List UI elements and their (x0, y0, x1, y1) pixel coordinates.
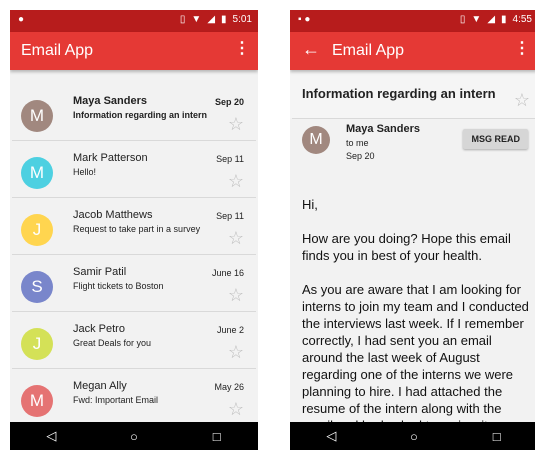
status-time: 4:55 (512, 14, 532, 25)
email-list-item[interactable]: M Maya Sanders Information regarding an in… (12, 84, 256, 141)
star-icon[interactable]: ☆ (228, 285, 244, 306)
battery-icon: ▮ (221, 14, 227, 25)
status-bar: ● ▯ ▼ ◢ ▮ 5:01 (10, 10, 258, 32)
back-icon[interactable]: ◁ (41, 428, 61, 444)
overflow-menu-icon[interactable]: ⋮ (514, 41, 530, 57)
recents-icon[interactable]: □ (487, 429, 507, 444)
navigation-bar: ◁ ○ □ (10, 422, 258, 450)
email-subject: Fwd: Important Email (73, 395, 159, 405)
email-date: Sep 11 (216, 154, 244, 164)
back-arrow-icon[interactable]: ← (302, 39, 320, 60)
avatar: M (302, 126, 330, 154)
app-title: Email App (332, 42, 405, 59)
star-icon[interactable]: ☆ (228, 399, 244, 420)
email-subject: Flight tickets to Boston (73, 281, 164, 291)
email-date: June 2 (216, 325, 244, 335)
status-time: 5:01 (232, 14, 252, 25)
avatar: J (21, 214, 53, 246)
recipient-text: to me (346, 138, 369, 148)
app-title: Email App (21, 42, 94, 59)
signal-icon: ◢ (487, 14, 496, 25)
email-list-item[interactable]: M Mark Patterson Hello! Sep 11 ☆ (12, 141, 256, 198)
email-list-item[interactable]: M Megan Ally Fwd: Important Email May 26 ☆ (12, 369, 256, 426)
app-bar: Email App ⋮ (10, 32, 258, 70)
mail-date: Sep 20 (346, 151, 375, 161)
vibrate-icon: ▯ (179, 14, 186, 25)
msg-read-button[interactable]: MSG READ (463, 129, 528, 149)
avatar: S (21, 271, 53, 303)
avatar: M (21, 157, 53, 189)
android-icon: ● (18, 14, 25, 25)
star-icon[interactable]: ☆ (228, 342, 244, 363)
avatar: M (21, 385, 53, 417)
battery-icon: ▮ (501, 14, 507, 25)
inbox-screen: ● ▯ ▼ ◢ ▮ 5:01 Email App ⋮ M Maya Sanders… (10, 10, 258, 450)
sender-name: Jack Petro (73, 323, 125, 335)
recents-icon[interactable]: □ (207, 429, 227, 444)
avatar: M (21, 100, 53, 132)
email-date: Sep 20 (214, 97, 244, 107)
star-icon[interactable]: ☆ (514, 90, 530, 111)
email-subject: Hello! (73, 167, 97, 177)
home-icon[interactable]: ○ (404, 429, 424, 444)
email-list: M Maya Sanders Information regarding an in… (10, 70, 258, 426)
sender-name: Jacob Matthews (73, 209, 153, 221)
mail-subject-row: Information regarding an intern ☆ (290, 70, 535, 118)
sender-name: Maya Sanders (346, 123, 420, 135)
mail-subject: Information regarding an intern (302, 86, 496, 101)
email-detail-screen: ▪ ● ▯ ▼ ◢ ▮ 4:55 ← Email App ⋮ Informati… (290, 10, 535, 450)
status-bar: ▪ ● ▯ ▼ ◢ ▮ 4:55 (290, 10, 535, 32)
email-list-item[interactable]: J Jacob Matthews Request to take part in a… (12, 198, 256, 255)
sender-row: M Maya Sanders to me Sep 20 MSG READ (292, 118, 535, 176)
mail-body-paragraph: Hi, (302, 197, 318, 212)
wifi-icon: ▼ (191, 14, 202, 25)
sender-name: Megan Ally (73, 380, 127, 392)
sender-name: Samir Patil (73, 266, 127, 278)
avatar: J (21, 328, 53, 360)
sender-name: Maya Sanders (73, 95, 147, 107)
star-icon[interactable]: ☆ (228, 114, 244, 135)
sender-name: Mark Patterson (73, 152, 148, 164)
wifi-icon: ▼ (471, 14, 482, 25)
mail-body-paragraph: How are you doing? Hope this email finds… (302, 231, 511, 263)
signal-icon: ◢ (207, 14, 216, 25)
email-date: May 26 (214, 382, 244, 392)
overflow-menu-icon[interactable]: ⋮ (234, 41, 250, 57)
star-icon[interactable]: ☆ (228, 228, 244, 249)
email-subject: Information regarding an intern (73, 110, 208, 120)
email-date: Sep 11 (216, 211, 244, 221)
email-subject: Great Deals for you (73, 338, 152, 348)
email-list-item[interactable]: S Samir Patil Flight tickets to Boston June… (12, 255, 256, 312)
mail-body: Hi, How are you doing? Hope this email f… (302, 196, 532, 450)
star-icon[interactable]: ☆ (228, 171, 244, 192)
email-list-item[interactable]: J Jack Petro Great Deals for you June 2 ☆ (12, 312, 256, 369)
back-icon[interactable]: ◁ (321, 428, 341, 444)
email-date: June 16 (211, 268, 244, 278)
navigation-bar: ◁ ○ □ (290, 422, 535, 450)
notification-icons: ▪ ● (298, 14, 311, 25)
app-bar: ← Email App ⋮ (290, 32, 535, 70)
email-subject: Request to take part in a survey (73, 224, 201, 234)
vibrate-icon: ▯ (459, 14, 466, 25)
home-icon[interactable]: ○ (124, 429, 144, 444)
